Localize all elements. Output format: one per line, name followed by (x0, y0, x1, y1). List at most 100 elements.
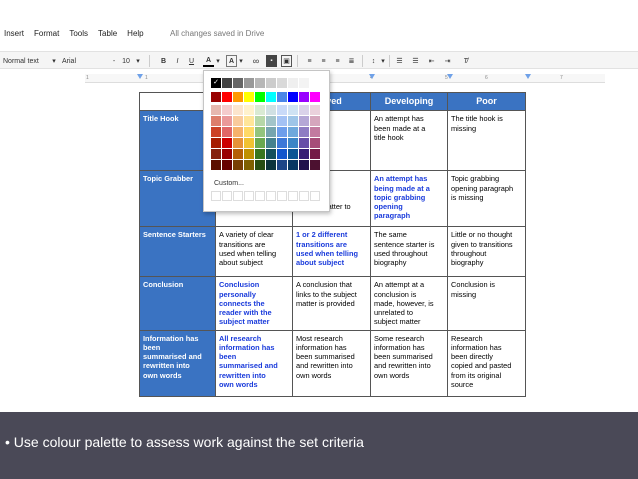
color-swatch[interactable] (255, 116, 265, 126)
rubric-cell[interactable]: Conclusion is missing (447, 276, 526, 331)
color-swatch[interactable] (299, 78, 309, 88)
column-marker[interactable] (525, 74, 531, 79)
image-icon[interactable]: ▣ (281, 55, 292, 67)
color-swatch[interactable] (233, 92, 243, 102)
rubric-cell[interactable]: An attempt has being made at a topic grabb… (370, 170, 448, 228)
color-swatch[interactable] (299, 92, 309, 102)
line-spacing-icon[interactable]: ↕ (368, 55, 379, 67)
style-select[interactable]: Normal text (3, 55, 51, 67)
color-swatch[interactable] (255, 149, 265, 159)
font-select[interactable]: Arial (62, 55, 92, 67)
color-swatch[interactable] (255, 78, 265, 88)
decrease-indent-icon[interactable]: ⇤ (426, 55, 437, 67)
color-swatch[interactable] (244, 127, 254, 137)
color-swatch[interactable] (288, 78, 298, 88)
clear-formatting-icon[interactable]: T̸ (460, 55, 471, 67)
link-icon[interactable]: ∞ (250, 55, 262, 67)
color-swatch[interactable] (299, 105, 309, 115)
color-swatch[interactable] (211, 105, 221, 115)
color-swatch[interactable] (299, 127, 309, 137)
color-swatch[interactable] (244, 92, 254, 102)
color-swatch[interactable] (299, 160, 309, 170)
color-swatch[interactable] (222, 127, 232, 137)
align-center-icon[interactable]: ≡ (318, 55, 329, 67)
rubric-cell[interactable]: Research information has been directly copi… (447, 329, 526, 397)
color-swatch[interactable] (244, 78, 254, 88)
color-swatch[interactable] (222, 78, 232, 88)
color-swatch[interactable] (244, 138, 254, 148)
numbered-list-icon[interactable]: ☰ (394, 55, 405, 67)
align-left-icon[interactable]: ≡ (304, 55, 315, 67)
color-swatch[interactable] (244, 149, 254, 159)
color-swatch[interactable] (211, 149, 221, 159)
color-swatch[interactable] (222, 92, 232, 102)
color-swatch[interactable] (266, 127, 276, 137)
color-swatch[interactable] (222, 116, 232, 126)
color-swatch[interactable] (310, 127, 320, 137)
color-swatch[interactable] (255, 138, 265, 148)
color-swatch[interactable] (288, 105, 298, 115)
highlight-color-button[interactable]: A (226, 55, 237, 67)
color-swatch[interactable] (277, 105, 287, 115)
color-swatch[interactable] (244, 105, 254, 115)
color-swatch[interactable] (299, 149, 309, 159)
color-swatch[interactable] (233, 105, 243, 115)
custom-color-swatch[interactable] (266, 191, 276, 201)
table-header[interactable]: Poor (447, 91, 526, 112)
rubric-cell[interactable]: The title hook is missing (447, 110, 526, 172)
color-swatch[interactable] (233, 116, 243, 126)
italic-button[interactable]: I (172, 55, 183, 67)
color-swatch[interactable] (299, 116, 309, 126)
color-swatch[interactable] (222, 149, 232, 159)
color-swatch[interactable] (288, 160, 298, 170)
font-size-select[interactable]: 10 (120, 55, 132, 67)
custom-color-swatch[interactable] (255, 191, 265, 201)
color-swatch[interactable] (233, 127, 243, 137)
rubric-cell[interactable]: Most research information has been summari… (292, 329, 371, 397)
color-swatch[interactable] (310, 138, 320, 148)
color-swatch[interactable] (233, 149, 243, 159)
color-swatch[interactable] (233, 78, 243, 88)
custom-color-swatch[interactable] (288, 191, 298, 201)
decrease-size-icon[interactable]: - (110, 55, 118, 67)
color-swatch[interactable] (277, 138, 287, 148)
color-swatch[interactable] (310, 92, 320, 102)
color-swatch[interactable] (266, 138, 276, 148)
color-swatch[interactable] (310, 160, 320, 170)
color-swatch[interactable] (233, 160, 243, 170)
column-marker[interactable] (369, 74, 375, 79)
menu-table[interactable]: Table (98, 29, 117, 38)
comment-icon[interactable]: ▪ (266, 55, 277, 67)
custom-color-swatch[interactable] (222, 191, 232, 201)
table-header[interactable]: Developing (370, 91, 448, 112)
color-swatch[interactable] (255, 105, 265, 115)
color-swatch[interactable] (277, 92, 287, 102)
color-swatch[interactable] (266, 160, 276, 170)
custom-color-swatch[interactable] (211, 191, 221, 201)
menu-insert[interactable]: Insert (4, 29, 24, 38)
color-swatch[interactable] (266, 105, 276, 115)
rubric-cell[interactable]: An attempt at a conclusion is made, howeve… (370, 276, 448, 331)
color-swatch[interactable] (211, 92, 221, 102)
rubric-cell[interactable]: A conclusion that links to the subject mat… (292, 276, 371, 331)
criterion-cell[interactable]: Conclusion (139, 276, 216, 331)
color-swatch[interactable] (277, 160, 287, 170)
color-swatch[interactable] (310, 105, 320, 115)
ruler[interactable]: 1 1 2 3 4 5 6 7 (85, 74, 605, 83)
color-swatch[interactable] (233, 138, 243, 148)
menu-help[interactable]: Help (127, 29, 143, 38)
color-swatch[interactable] (211, 116, 221, 126)
color-swatch[interactable] (288, 92, 298, 102)
rubric-cell[interactable]: All research information has been summarise… (215, 329, 293, 397)
color-swatch[interactable] (255, 92, 265, 102)
bold-button[interactable]: B (158, 55, 169, 67)
rubric-cell[interactable]: Some research information has been summari… (370, 329, 448, 397)
color-swatch[interactable] (277, 78, 287, 88)
rubric-cell[interactable]: 1 or 2 different transitions are used when… (292, 226, 371, 278)
bulleted-list-icon[interactable]: ☰ (410, 55, 421, 67)
color-swatch[interactable] (244, 116, 254, 126)
custom-color-swatch[interactable] (277, 191, 287, 201)
rubric-cell[interactable]: An attempt has been made at a title hook (370, 110, 448, 172)
color-swatch[interactable] (266, 92, 276, 102)
color-swatch[interactable] (266, 149, 276, 159)
